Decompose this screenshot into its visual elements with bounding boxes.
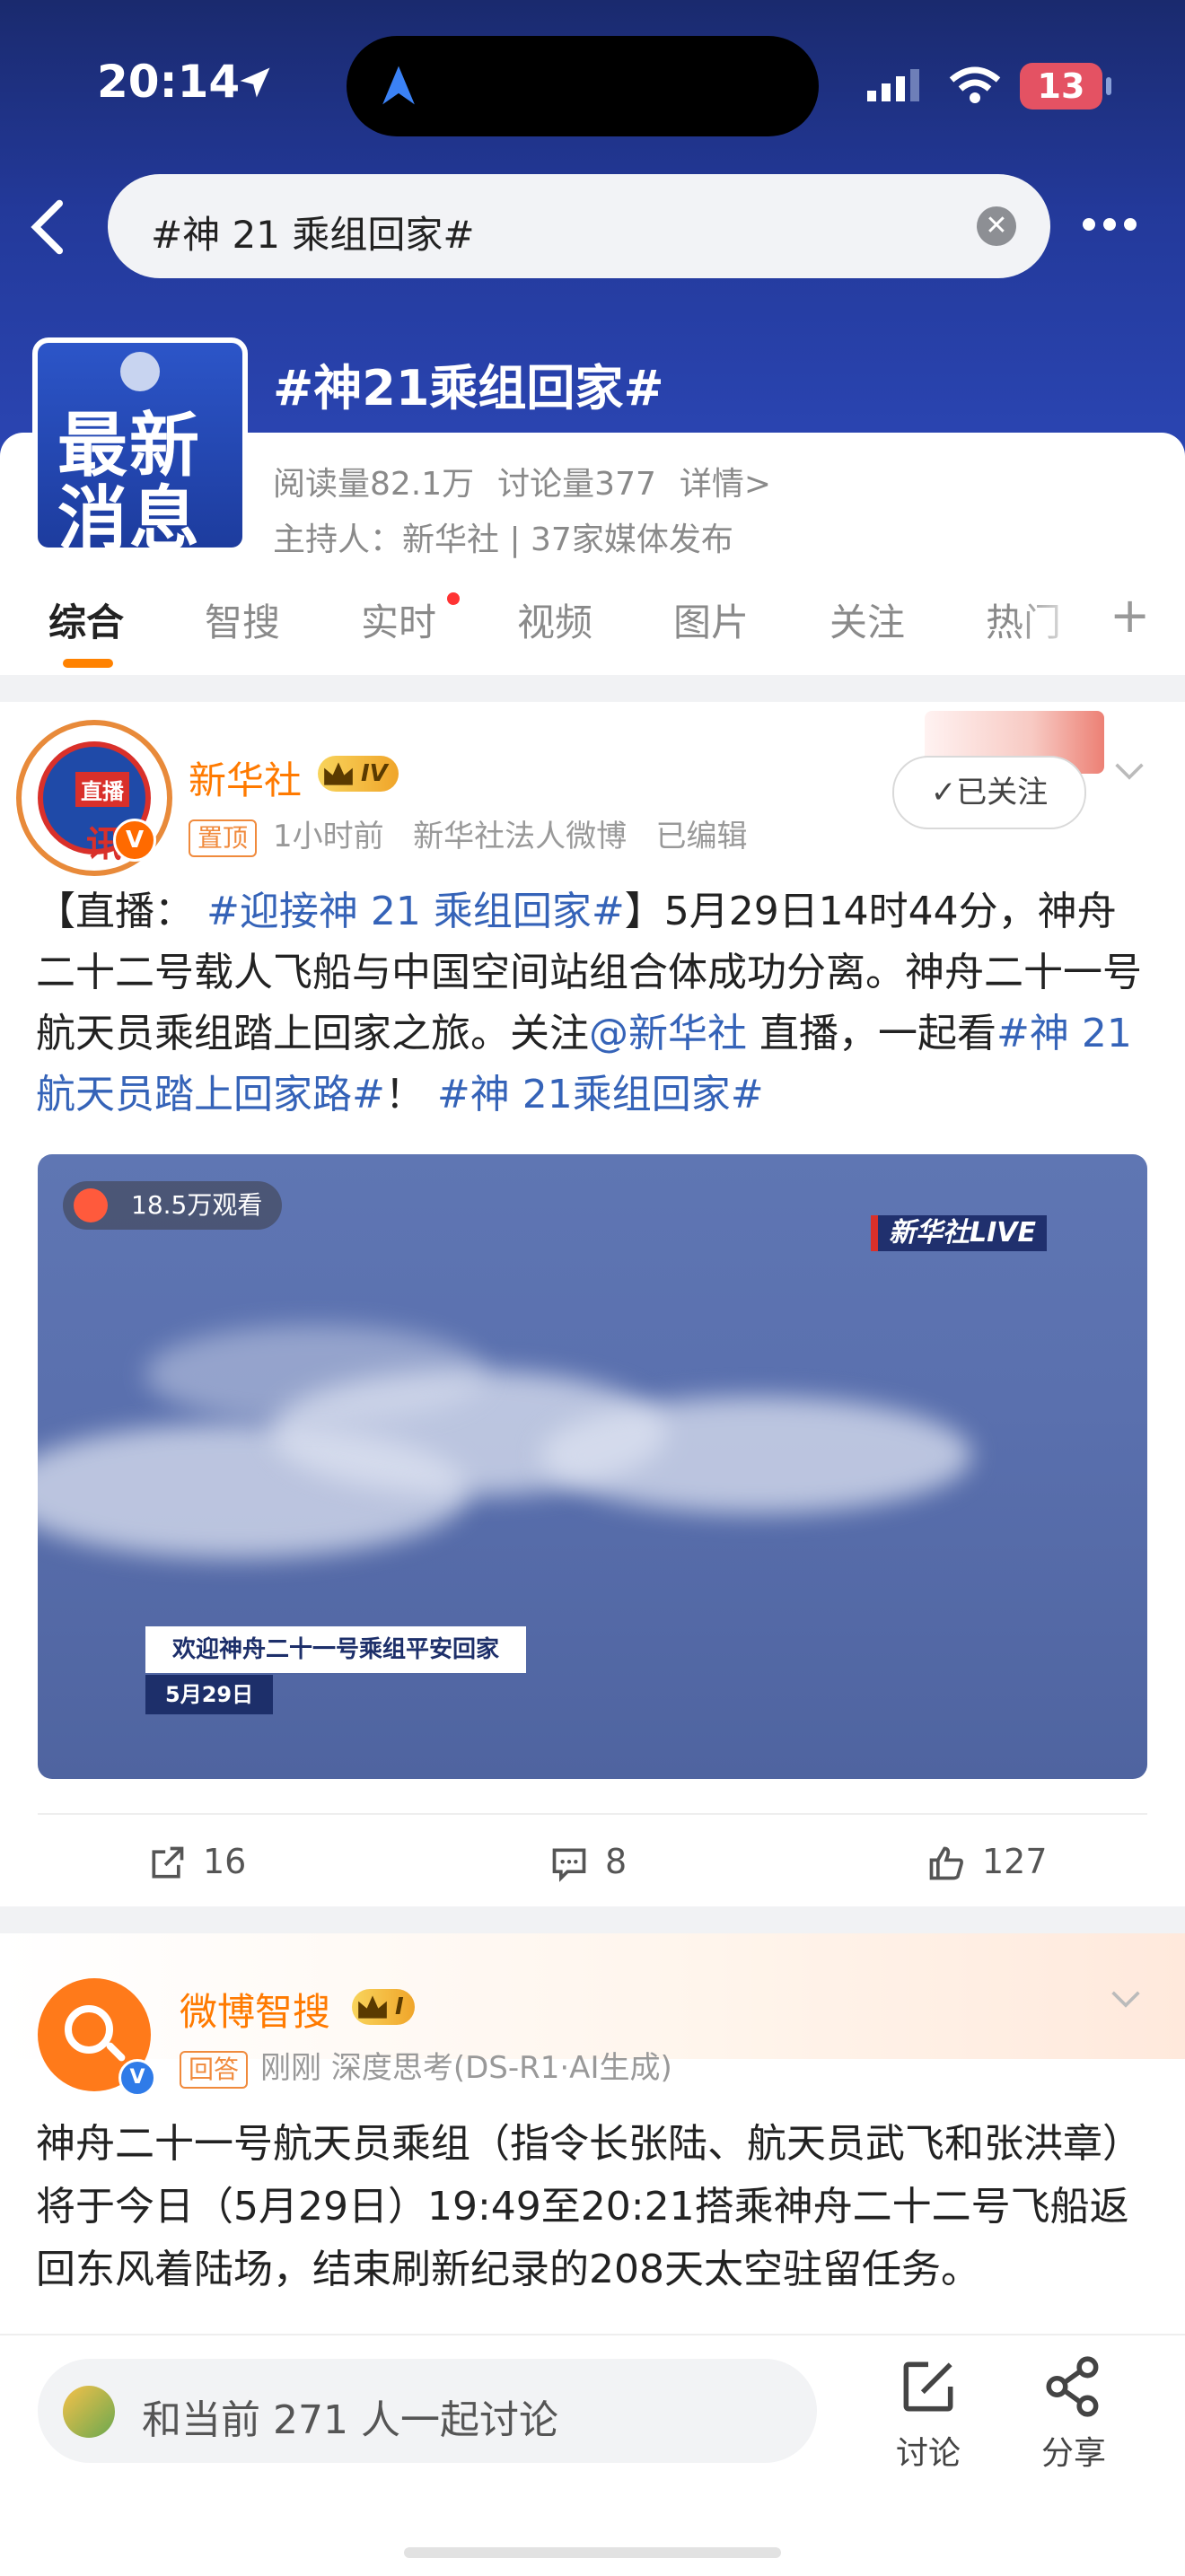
post-body: 【直播： #迎接神 21 乘组回家#】5月29日14时44分，神舟二十二号载人飞… (36, 881, 1149, 1126)
section-divider (0, 675, 1185, 702)
active-tab-indicator (63, 659, 113, 668)
viewer-count-text: 18.5万观看 (131, 1190, 263, 1220)
post-actions: 16 8 127 (38, 1813, 1147, 1905)
repost-count: 16 (203, 1842, 247, 1881)
more-options-icon[interactable] (1083, 217, 1146, 235)
tab-images[interactable]: 图片 (673, 592, 749, 647)
search-input[interactable]: #神 21 乘组回家# ✕ (108, 174, 1050, 278)
tab-video[interactable]: 视频 (517, 592, 592, 647)
viewer-count: 18.5万观看 (63, 1181, 283, 1230)
verified-badge-icon: V (113, 819, 156, 862)
status-time: 20:14 (97, 56, 241, 108)
tab-bar: 综合 智搜 实时 视频 图片 关注 热门 (0, 592, 1185, 661)
cellular-signal-icon (867, 69, 919, 101)
read-count: 阅读量82.1万 (273, 466, 475, 503)
bottom-bar: 和当前 271 人一起讨论 讨论 分享 (0, 2334, 1185, 2576)
navigation-app-icon (382, 66, 415, 105)
live-logo: 新华社LIVE (871, 1215, 1047, 1251)
post-source: 新华社法人微博 (413, 819, 628, 854)
member-level-badge: I (352, 1989, 415, 2025)
verified-badge-icon: V (118, 2059, 156, 2097)
comment-count: 8 (605, 1842, 628, 1881)
home-indicator (404, 2547, 781, 2558)
discussion-count: 讨论量377 (497, 466, 656, 503)
share-icon (1046, 2356, 1099, 2417)
like-count: 127 (982, 1842, 1048, 1881)
dust-cloud (540, 1397, 971, 1513)
battery-indicator: 13 (1020, 63, 1111, 110)
topic-title: #神21乘组回家# (273, 360, 664, 416)
dynamic-island (347, 36, 819, 136)
compose-icon (903, 2361, 953, 2412)
chevron-down-icon[interactable] (1113, 761, 1146, 781)
back-arrow-icon[interactable] (25, 197, 70, 257)
post-meta: 回答 刚刚 深度思考(DS-R1·AI生成) (180, 2043, 672, 2089)
post-meta: 置顶 1小时前 新华社法人微博 已编辑 (189, 811, 748, 857)
live-video-player[interactable]: 18.5万观看 新华社LIVE 欢迎神舟二十一号乘组平安回家 5月29日 (38, 1154, 1147, 1779)
post-body: 神舟二十一号航天员乘组（指令长张陆、航天员武飞和张洪章）将于今日（5月29日）1… (36, 2121, 1142, 2292)
video-caption: 欢迎神舟二十一号乘组平安回家 (145, 1626, 527, 1673)
tab-smart-search[interactable]: 智搜 (205, 592, 280, 647)
post-time: 刚刚 (260, 2050, 322, 2086)
add-tab-icon[interactable]: + (1110, 587, 1150, 644)
edited-label: 已编辑 (655, 819, 748, 854)
crown-icon (324, 762, 353, 785)
post-text-segment: 直播，一起看 (759, 1011, 996, 1056)
share-out-icon (152, 1846, 184, 1879)
pinned-tag: 置顶 (189, 819, 258, 857)
post2-header-background (0, 1933, 1185, 2059)
discussion-input[interactable]: 和当前 271 人一起讨论 (38, 2359, 817, 2463)
tab-comprehensive[interactable]: 综合 (48, 592, 124, 647)
mention-link[interactable]: @新华社 (589, 1011, 747, 1056)
post-text-segment: 【直播： (36, 889, 194, 934)
hashtag-link[interactable]: #迎接神 21 乘组回家# (206, 889, 625, 934)
discuss-label: 讨论 (895, 2435, 961, 2472)
member-level: IV (361, 760, 388, 787)
post-text-segment: ！ (384, 1072, 425, 1117)
member-level: I (395, 1993, 404, 2020)
realtime-new-dot (447, 592, 460, 605)
wifi-icon (949, 66, 1001, 103)
discussion-placeholder: 和当前 271 人一起讨论 (142, 2397, 558, 2443)
thumbs-up-icon (929, 1846, 963, 1880)
member-level-badge: IV (318, 756, 399, 792)
author-name[interactable]: 新华社 (189, 750, 302, 805)
chevron-down-icon[interactable] (1110, 1989, 1142, 2009)
topic-stats: 阅读量82.1万 讨论量377 详情> (273, 458, 794, 504)
live-icon (74, 1188, 108, 1222)
topic-host[interactable]: 主持人：新华社 | 37家媒体发布 (273, 513, 733, 560)
share-button[interactable]: 分享 (1020, 2353, 1128, 2479)
comment-icon (552, 1848, 586, 1882)
discuss-button[interactable]: 讨论 (874, 2353, 982, 2479)
section-divider (0, 1906, 1185, 1933)
details-link[interactable]: 详情> (680, 466, 771, 503)
author-name[interactable]: 微博智搜 (180, 1982, 330, 2037)
avatar-live-label: 直播 (75, 772, 129, 807)
share-label: 分享 (1040, 2435, 1106, 2472)
discussion-avatar-icon (63, 2386, 115, 2438)
location-arrow-icon (240, 67, 270, 98)
search-query: #神 21 乘组回家# (151, 213, 475, 257)
crown-icon (358, 1995, 387, 2019)
answer-tag: 回答 (180, 2051, 249, 2089)
magnifier-handle (104, 2040, 127, 2063)
tab-fade (1014, 583, 1086, 664)
clear-icon[interactable]: ✕ (977, 206, 1016, 246)
video-date: 5月29日 (145, 1675, 274, 1714)
dust-cloud (145, 1325, 487, 1424)
post-time: 1小时前 (273, 819, 384, 854)
follow-button[interactable]: ✓已关注 (892, 756, 1086, 829)
post-source: 深度思考(DS-R1·AI生成) (330, 2050, 672, 2086)
tab-realtime[interactable]: 实时 (361, 592, 436, 647)
hashtag-link[interactable]: #神 21乘组回家# (437, 1072, 764, 1117)
topic-thumbnail: 最新 消息 (32, 337, 248, 553)
tab-following[interactable]: 关注 (830, 592, 905, 647)
thumbnail-line2: 消息 (57, 479, 202, 553)
emblem-icon (120, 352, 160, 391)
